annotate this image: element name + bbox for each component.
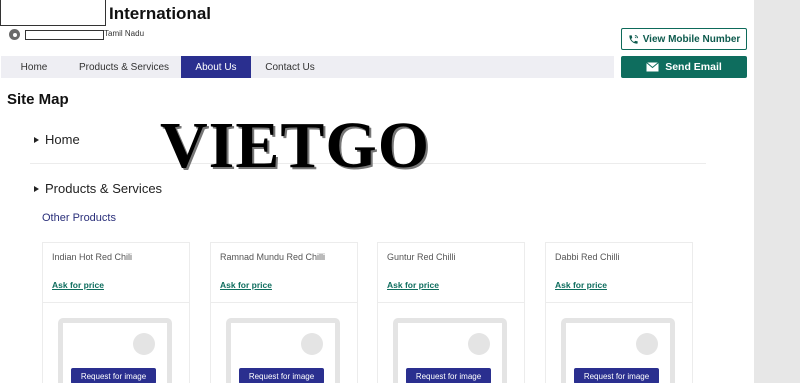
send-email-label: Send Email [665, 61, 722, 73]
main-nav: Home Products & Services About Us Contac… [1, 56, 614, 78]
sitemap-link-products-label: Products & Services [45, 181, 163, 196]
location-pin-icon [9, 29, 20, 40]
card-divider [546, 302, 692, 303]
product-card[interactable]: Ramnad Mundu Red Chilli Ask for price Re… [210, 242, 358, 383]
ask-for-price-link[interactable]: Ask for price [555, 280, 607, 290]
card-divider [378, 302, 524, 303]
ask-for-price-link[interactable]: Ask for price [52, 280, 104, 290]
request-image-button[interactable]: Request for image [574, 368, 659, 383]
sitemap-link-home[interactable]: Home [34, 132, 80, 147]
triangle-bullet-icon [34, 136, 39, 143]
ask-for-price-link[interactable]: Ask for price [220, 280, 272, 290]
product-name[interactable]: Ramnad Mundu Red Chilli [220, 252, 325, 262]
watermark-text: VIETGO [160, 109, 431, 182]
product-name[interactable]: Dabbi Red Chilli [555, 252, 620, 262]
envelope-icon [646, 62, 660, 72]
send-email-button[interactable]: Send Email [621, 56, 747, 78]
nav-item-home[interactable]: Home [1, 56, 67, 78]
phone-icon [629, 34, 638, 44]
product-card[interactable]: Indian Hot Red Chili Ask for price Reque… [42, 242, 190, 383]
product-card[interactable]: Dabbi Red Chilli Ask for price Request f… [545, 242, 693, 383]
nav-item-contact-us[interactable]: Contact Us [251, 56, 329, 78]
nav-item-about-us[interactable]: About Us [181, 56, 251, 78]
company-logo-placeholder[interactable] [0, 0, 106, 26]
sitemap-link-products-services[interactable]: Products & Services [34, 181, 162, 196]
address-redacted-box [25, 30, 104, 40]
address-text: Tamil Nadu [104, 29, 145, 38]
product-name[interactable]: Guntur Red Chilli [387, 252, 456, 262]
other-products-link[interactable]: Other Products [42, 212, 116, 224]
request-image-button[interactable]: Request for image [71, 368, 156, 383]
right-gutter [754, 0, 800, 383]
company-name: International [109, 4, 212, 23]
request-image-button[interactable]: Request for image [239, 368, 324, 383]
card-divider [211, 302, 357, 303]
card-divider [43, 302, 189, 303]
view-mobile-number-label: View Mobile Number [642, 33, 741, 45]
ask-for-price-link[interactable]: Ask for price [387, 280, 439, 290]
page-title: Site Map [7, 91, 69, 108]
nav-item-products-services[interactable]: Products & Services [67, 56, 181, 78]
triangle-bullet-icon [34, 185, 39, 192]
sitemap-link-home-label: Home [45, 132, 80, 147]
product-name[interactable]: Indian Hot Red Chili [52, 252, 132, 262]
product-card[interactable]: Guntur Red Chilli Ask for price Request … [377, 242, 525, 383]
view-mobile-number-button[interactable]: View Mobile Number [621, 28, 747, 50]
request-image-button[interactable]: Request for image [406, 368, 491, 383]
